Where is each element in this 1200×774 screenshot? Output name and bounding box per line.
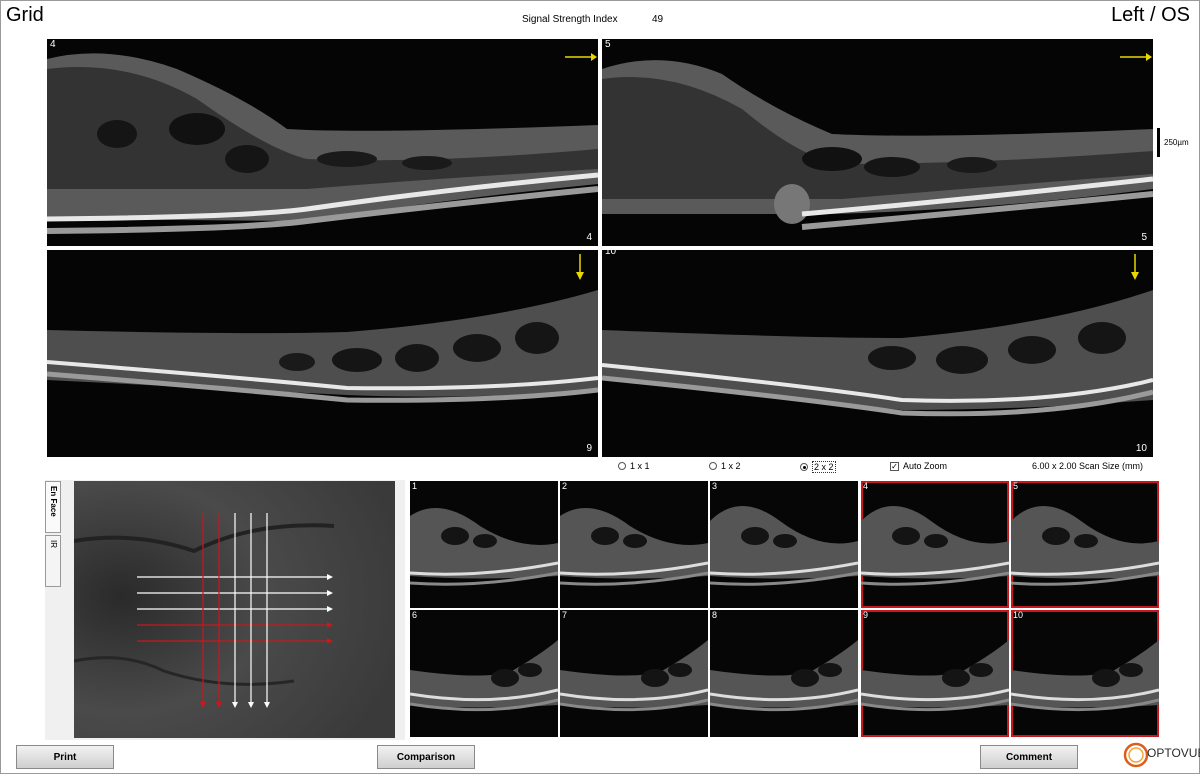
bscan-large-10[interactable]: 10 10 <box>602 250 1153 457</box>
comment-button[interactable]: Comment <box>980 745 1078 769</box>
scan-type-title: Grid <box>6 4 44 26</box>
oct-thumbnail-image <box>410 640 558 712</box>
layout-option-2x2[interactable]: 2 x 2 <box>800 461 836 473</box>
oct-thumbnail-image <box>1011 506 1159 586</box>
thumbnail-number: 10 <box>1013 610 1024 620</box>
thumbnail-scan-5[interactable]: 5 <box>1011 481 1159 608</box>
comparison-button[interactable]: Comparison <box>377 745 475 769</box>
scan-number-bottom: 5 <box>1141 232 1147 243</box>
thumbnail-scan-7[interactable]: 7 <box>560 610 708 737</box>
ssi-label: Signal Strength Index <box>522 14 618 25</box>
radio-icon <box>709 462 717 470</box>
thumbnail-scan-1[interactable]: 1 <box>410 481 558 608</box>
thumbnail-number: 6 <box>412 610 418 620</box>
scan-number-top: 5 <box>605 39 611 50</box>
thumbnail-number: 2 <box>562 481 568 491</box>
radio-selected-icon <box>800 463 808 471</box>
scale-bar-label: 250µm <box>1164 138 1189 147</box>
thumbnail-scan-3[interactable]: 3 <box>710 481 858 608</box>
thumbnail-number: 7 <box>562 610 568 620</box>
thumbnail-scan-4[interactable]: 4 <box>861 481 1009 608</box>
oct-thumbnail-image <box>410 508 558 586</box>
thumbnail-number: 3 <box>712 481 718 491</box>
layout-option-1x1[interactable]: 1 x 1 <box>618 461 650 471</box>
tab-ir-label: IR <box>49 540 58 548</box>
thumbnail-number: 9 <box>863 610 869 620</box>
oct-image <box>602 53 1153 230</box>
auto-zoom-checkbox[interactable]: ✓ Auto Zoom <box>890 461 947 471</box>
thumbnail-scan-6[interactable]: 6 <box>410 610 558 737</box>
layout-option-label: 1 x 1 <box>630 461 650 471</box>
thumbnail-number: 1 <box>412 481 418 491</box>
oct-image <box>47 254 598 403</box>
thumbnail-scan-10[interactable]: 10 <box>1011 610 1159 737</box>
thumbnail-scan-8[interactable]: 8 <box>710 610 858 737</box>
oct-thumbnail-image <box>861 640 1009 712</box>
oct-image <box>602 254 1153 417</box>
oct-thumbnail-image <box>560 640 708 712</box>
auto-zoom-label: Auto Zoom <box>903 461 948 471</box>
thumbnail-number: 4 <box>863 481 869 491</box>
scan-grid-overlay <box>74 481 395 738</box>
oct-thumbnail-image <box>861 506 1009 586</box>
oct-thumbnail-image <box>710 506 858 586</box>
print-button[interactable]: Print <box>16 745 114 769</box>
bscan-large-5[interactable]: 5 5 <box>602 39 1153 246</box>
oct-thumbnail-image <box>560 508 708 586</box>
checkmark-icon: ✓ <box>890 461 899 471</box>
ssi-value: 49 <box>652 14 664 25</box>
oct-thumbnail-image <box>710 640 858 712</box>
bscan-large-4[interactable]: 4 4 <box>47 39 598 246</box>
oct-image <box>47 53 598 234</box>
scan-size-label: 6.00 x 2.00 Scan Size (mm) <box>1032 461 1144 471</box>
radio-icon <box>618 462 626 470</box>
scan-number-top: 4 <box>50 39 56 50</box>
enface-image[interactable] <box>74 481 395 738</box>
tab-ir[interactable]: IR <box>45 535 61 587</box>
tab-enface-label: En Face <box>49 486 58 517</box>
thumbnail-number: 5 <box>1013 481 1019 491</box>
thumbnail-number: 8 <box>712 610 718 620</box>
scan-number-bottom: 9 <box>586 443 592 454</box>
scan-number-bottom: 10 <box>1135 443 1147 454</box>
brand-logo-text: OPTOVUE <box>1147 746 1200 760</box>
oct-thumbnail-image <box>1011 640 1159 712</box>
thumbnail-scan-2[interactable]: 2 <box>560 481 708 608</box>
layout-option-label: 1 x 2 <box>721 461 741 471</box>
eye-label: Left / OS <box>1111 4 1190 26</box>
scale-bar <box>1157 128 1160 157</box>
scan-number-top: 10 <box>605 250 617 257</box>
scan-number-bottom: 4 <box>586 232 592 243</box>
tab-enface[interactable]: En Face <box>45 481 61 533</box>
layout-option-1x2[interactable]: 1 x 2 <box>709 461 741 471</box>
bscan-large-9[interactable]: 9 <box>47 250 598 457</box>
layout-option-label: 2 x 2 <box>812 461 836 473</box>
thumbnail-scan-9[interactable]: 9 <box>861 610 1009 737</box>
